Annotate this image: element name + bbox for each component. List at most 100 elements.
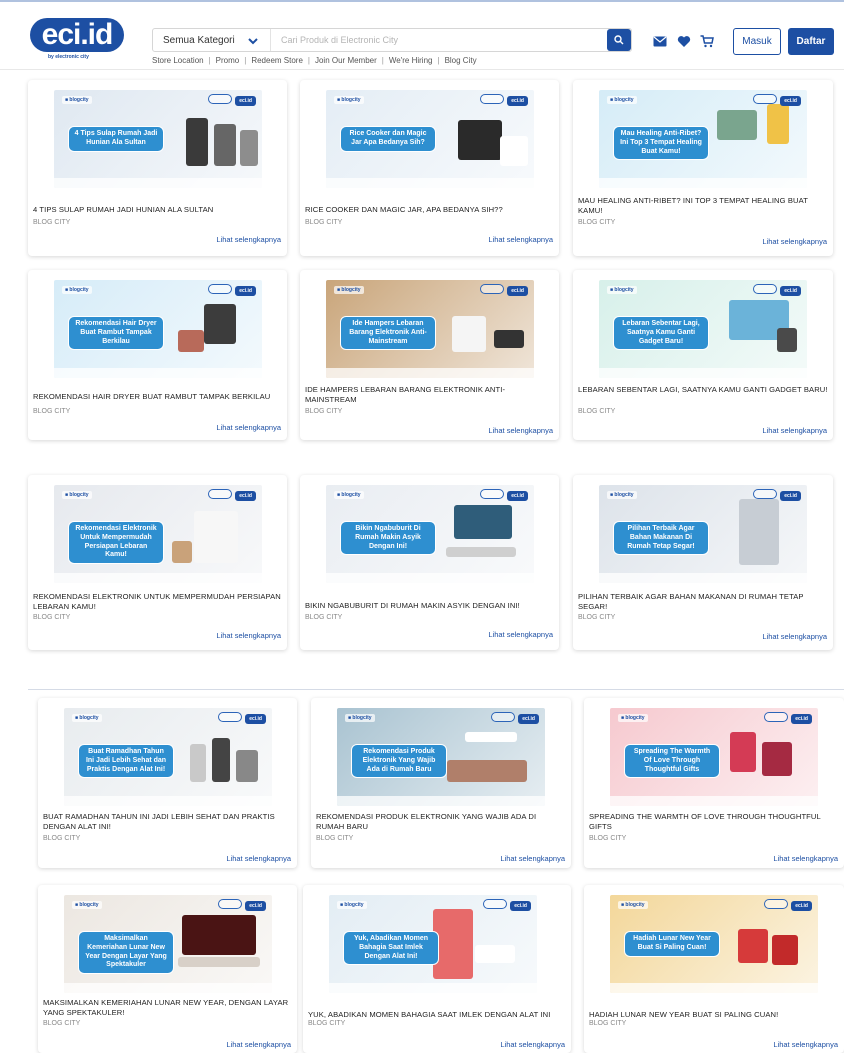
article-thumbnail[interactable]: ■ blogcity eci.id Bikin Ngabuburit Di Ruma… (326, 485, 534, 583)
article-title[interactable]: IDE HAMPERS LEBARAN BARANG ELEKTRONIK AN… (305, 385, 554, 405)
eci-badge: eci.id (791, 901, 812, 911)
read-more-link[interactable]: Lihat selengkapnya (226, 1040, 291, 1049)
heart-icon[interactable] (675, 33, 693, 49)
electronic-city-logo (218, 899, 242, 909)
blogcity-logo: ■ blogcity (62, 286, 92, 294)
article-title[interactable]: MAKSIMALKAN KEMERIAHAN LUNAR NEW YEAR, D… (43, 998, 292, 1018)
article-card[interactable]: ■ blogcity eci.id Spreading The Warmth Of … (584, 698, 844, 868)
login-button[interactable]: Masuk (733, 28, 781, 55)
article-thumbnail[interactable]: ■ blogcity eci.id Spreading The Warmth Of … (610, 708, 818, 806)
article-card[interactable]: ■ blogcity eci.id Hadiah Lunar New Year Bu… (584, 885, 844, 1053)
thumbnail-footer-strip (599, 368, 807, 378)
logo[interactable]: eci.id by electronic city (30, 18, 126, 64)
thumbnail-product-graphic (772, 935, 798, 965)
read-more-link[interactable]: Lihat selengkapnya (773, 854, 838, 863)
article-thumbnail[interactable]: ■ blogcity eci.id Yuk, Abadikan Momen Baha… (329, 895, 537, 993)
article-card[interactable]: ■ blogcity eci.id Maksimalkan Kemeriahan L… (38, 885, 297, 1053)
read-more-link[interactable]: Lihat selengkapnya (488, 630, 553, 639)
read-more-link[interactable]: Lihat selengkapnya (216, 631, 281, 640)
read-more-link[interactable]: Lihat selengkapnya (762, 426, 827, 435)
article-thumbnail[interactable]: ■ blogcity eci.id Mau Healing Anti-Ribet? … (599, 90, 807, 188)
article-title[interactable]: BUAT RAMADHAN TAHUN INI JADI LEBIH SEHAT… (43, 812, 292, 832)
subnav-store-location[interactable]: Store Location (152, 56, 204, 65)
article-category: BLOG CITY (316, 835, 354, 842)
read-more-link[interactable]: Lihat selengkapnya (488, 426, 553, 435)
mail-icon[interactable] (651, 33, 669, 49)
read-more-link[interactable]: Lihat selengkapnya (500, 854, 565, 863)
blogcity-logo: ■ blogcity (334, 491, 364, 499)
read-more-link[interactable]: Lihat selengkapnya (762, 632, 827, 641)
register-button[interactable]: Daftar (788, 28, 834, 55)
article-category: BLOG CITY (43, 1020, 81, 1027)
read-more-link[interactable]: Lihat selengkapnya (216, 235, 281, 244)
thumbnail-product-graphic (500, 136, 528, 166)
read-more-link[interactable]: Lihat selengkapnya (488, 235, 553, 244)
cart-icon[interactable] (698, 33, 716, 49)
thumbnail-footer-strip (54, 573, 262, 583)
article-title[interactable]: LEBARAN SEBENTAR LAGI, SAATNYA KAMU GANT… (578, 385, 828, 395)
read-more-link[interactable]: Lihat selengkapnya (500, 1040, 565, 1049)
article-card[interactable]: ■ blogcity eci.id Yuk, Abadikan Momen Baha… (303, 885, 571, 1053)
search-bar: Semua Kategori (152, 28, 632, 52)
article-thumbnail[interactable]: ■ blogcity eci.id Rekomendasi Elektronik U… (54, 485, 262, 583)
electronic-city-logo (480, 489, 504, 499)
article-category: BLOG CITY (308, 1020, 346, 1027)
subnav-join-member[interactable]: Join Our Member (315, 56, 377, 65)
article-title[interactable]: 4 TIPS SULAP RUMAH JADI HUNIAN ALA SULTA… (33, 205, 282, 215)
electronic-city-logo (764, 899, 788, 909)
article-title[interactable]: HADIAH LUNAR NEW YEAR BUAT SI PALING CUA… (589, 1010, 839, 1020)
article-thumbnail[interactable]: ■ blogcity eci.id Maksimalkan Kemeriahan L… (64, 895, 272, 993)
read-more-link[interactable]: Lihat selengkapnya (773, 1040, 838, 1049)
article-thumbnail[interactable]: ■ blogcity eci.id Rekomendasi Produk Elekt… (337, 708, 545, 806)
article-title[interactable]: RICE COOKER DAN MAGIC JAR, APA BEDANYA S… (305, 205, 554, 215)
article-title[interactable]: YUK, ABADIKAN MOMEN BAHAGIA SAAT IMLEK D… (308, 1010, 566, 1020)
article-title[interactable]: REKOMENDASI PRODUK ELEKTRONIK YANG WAJIB… (316, 812, 566, 832)
article-card[interactable]: ■ blogcity eci.id Buat Ramadhan Tahun Ini … (38, 698, 297, 868)
thumbnail-footer-strip (610, 983, 818, 993)
thumbnail-caption: 4 Tips Sulap Rumah Jadi Hunian Ala Sulta… (68, 126, 164, 152)
search-input[interactable] (271, 29, 607, 51)
article-category: BLOG CITY (33, 408, 71, 415)
thumbnail-footer-strip (599, 573, 807, 583)
article-card[interactable]: ■ blogcity eci.id Rekomendasi Hair Dryer B… (28, 270, 287, 440)
subnav-hiring[interactable]: We're Hiring (389, 56, 433, 65)
article-card[interactable]: ■ blogcity eci.id Mau Healing Anti-Ribet? … (573, 80, 833, 256)
subnav-promo[interactable]: Promo (216, 56, 240, 65)
thumbnail-product-graphic (454, 505, 512, 539)
article-title[interactable]: MAU HEALING ANTI-RIBET? INI TOP 3 TEMPAT… (578, 196, 828, 216)
article-title[interactable]: SPREADING THE WARMTH OF LOVE THROUGH THO… (589, 812, 839, 832)
article-card[interactable]: ■ blogcity eci.id Lebaran Sebentar Lagi, S… (573, 270, 833, 440)
subnav-redeem-store[interactable]: Redeem Store (251, 56, 303, 65)
article-thumbnail[interactable]: ■ blogcity eci.id 4 Tips Sulap Rumah Jadi … (54, 90, 262, 188)
article-card[interactable]: ■ blogcity eci.id Ide Hampers Lebaran Bara… (300, 270, 559, 440)
eci-badge: eci.id (780, 286, 801, 296)
thumbnail-product-graphic (190, 744, 206, 782)
article-thumbnail[interactable]: ■ blogcity eci.id Lebaran Sebentar Lagi, S… (599, 280, 807, 378)
read-more-link[interactable]: Lihat selengkapnya (226, 854, 291, 863)
article-title[interactable]: PILIHAN TERBAIK AGAR BAHAN MAKANAN DI RU… (578, 592, 828, 612)
article-card[interactable]: ■ blogcity eci.id 4 Tips Sulap Rumah Jadi … (28, 80, 287, 256)
blogcity-logo: ■ blogcity (62, 491, 92, 499)
article-card[interactable]: ■ blogcity eci.id Rekomendasi Elektronik U… (28, 475, 287, 650)
read-more-link[interactable]: Lihat selengkapnya (762, 237, 827, 246)
article-title[interactable]: REKOMENDASI ELEKTRONIK UNTUK MEMPERMUDAH… (33, 592, 282, 612)
thumbnail-caption: Lebaran Sebentar Lagi, Saatnya Kamu Gant… (613, 316, 709, 351)
article-title[interactable]: BIKIN NGABUBURIT DI RUMAH MAKIN ASYIK DE… (305, 601, 554, 611)
article-thumbnail[interactable]: ■ blogcity eci.id Ide Hampers Lebaran Bara… (326, 280, 534, 378)
subnav-blog-city[interactable]: Blog City (445, 56, 477, 65)
article-title[interactable]: REKOMENDASI HAIR DRYER BUAT RAMBUT TAMPA… (33, 392, 282, 402)
article-card[interactable]: ■ blogcity eci.id Rekomendasi Produk Elekt… (311, 698, 571, 868)
article-thumbnail[interactable]: ■ blogcity eci.id Rekomendasi Hair Dryer B… (54, 280, 262, 378)
article-card[interactable]: ■ blogcity eci.id Bikin Ngabuburit Di Ruma… (300, 475, 559, 650)
article-thumbnail[interactable]: ■ blogcity eci.id Hadiah Lunar New Year Bu… (610, 895, 818, 993)
article-thumbnail[interactable]: ■ blogcity eci.id Rice Cooker dan Magic Ja… (326, 90, 534, 188)
article-card[interactable]: ■ blogcity eci.id Pilihan Terbaik Agar Bah… (573, 475, 833, 650)
blogcity-logo: ■ blogcity (618, 714, 648, 722)
article-thumbnail[interactable]: ■ blogcity eci.id Pilihan Terbaik Agar Bah… (599, 485, 807, 583)
search-button[interactable] (607, 29, 631, 51)
eci-badge: eci.id (507, 491, 528, 501)
article-thumbnail[interactable]: ■ blogcity eci.id Buat Ramadhan Tahun Ini … (64, 708, 272, 806)
article-card[interactable]: ■ blogcity eci.id Rice Cooker dan Magic Ja… (300, 80, 559, 256)
category-select[interactable]: Semua Kategori (153, 29, 271, 51)
read-more-link[interactable]: Lihat selengkapnya (216, 423, 281, 432)
